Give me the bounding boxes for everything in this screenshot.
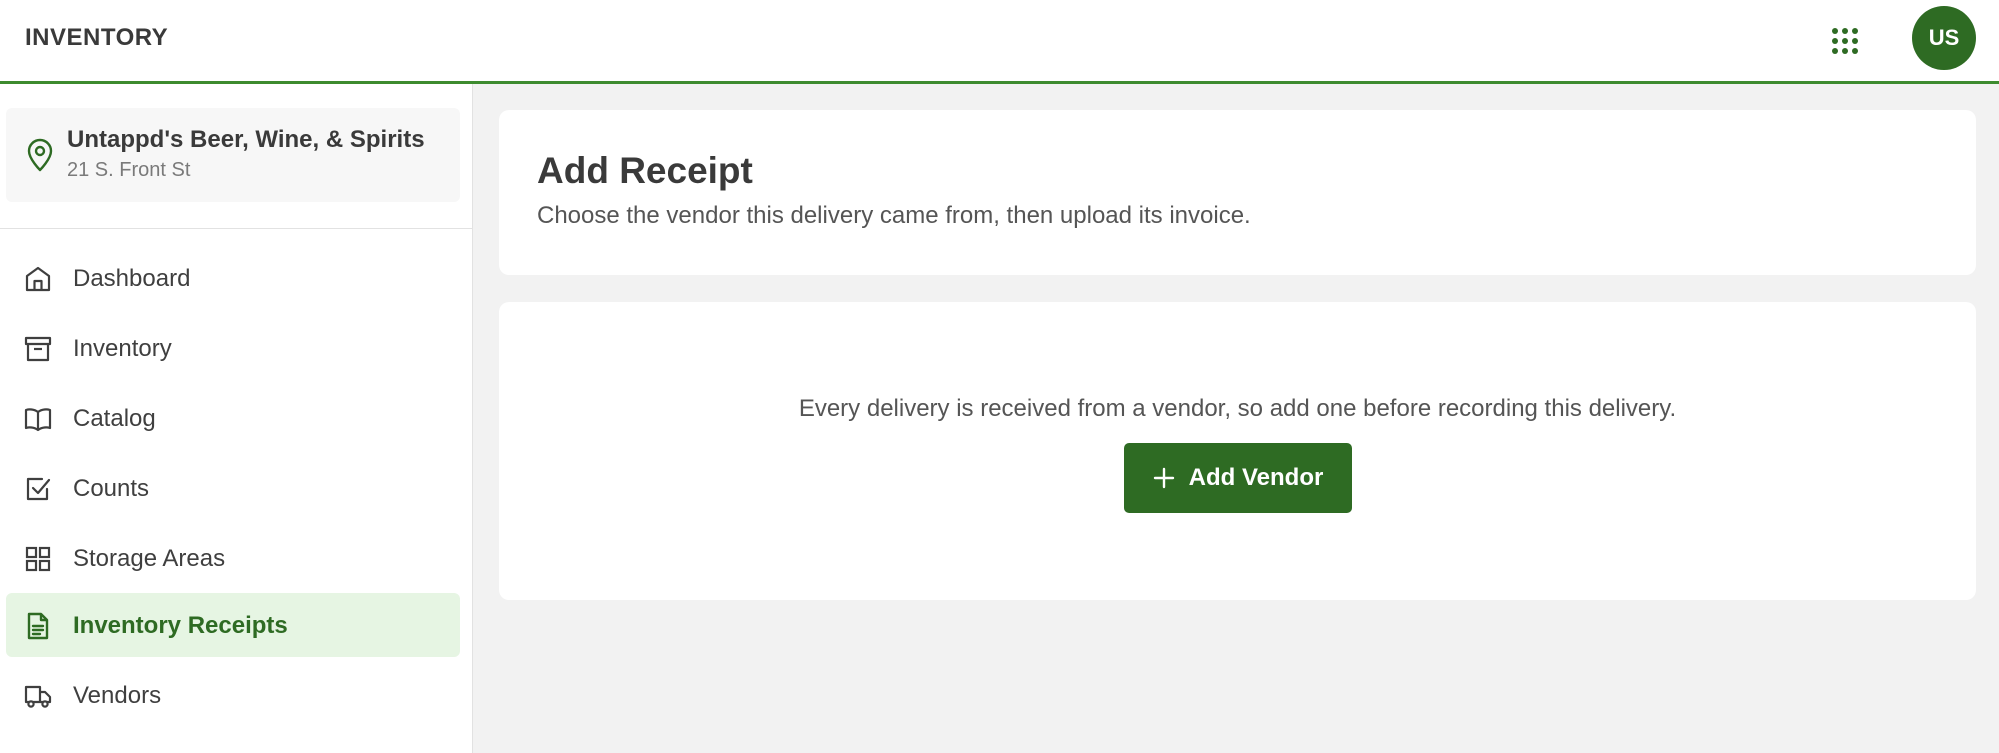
sidebar-item-inventory[interactable]: Inventory: [6, 316, 460, 380]
document-icon: [27, 612, 49, 640]
sidebar-item-vendors[interactable]: Vendors: [6, 663, 460, 727]
location-address: 21 S. Front St: [67, 159, 191, 181]
grid-icon: [25, 546, 51, 572]
page-title: Add Receipt: [537, 150, 753, 191]
sidebar-item-label: Inventory Receipts: [73, 612, 288, 639]
sidebar-item-counts[interactable]: Counts: [6, 456, 460, 520]
sidebar-item-label: Storage Areas: [73, 545, 226, 572]
home-icon: [25, 266, 51, 292]
sidebar-item-label: Counts: [73, 475, 150, 502]
checkbox-icon: [26, 477, 51, 501]
top-bar: INVENTORY US: [0, 0, 1999, 84]
location-name: Untappd's Beer, Wine, & Spirits: [67, 126, 425, 153]
plus-icon: [1153, 467, 1174, 489]
archive-box-icon: [24, 336, 52, 362]
sidebar-item-storage-areas[interactable]: Storage Areas: [6, 526, 460, 590]
sidebar-item-label: Inventory: [73, 335, 172, 362]
sidebar-item-inventory-receipts[interactable]: Inventory Receipts: [6, 593, 460, 657]
app-title: INVENTORY: [25, 24, 169, 51]
map-pin-icon: [27, 138, 53, 172]
sidebar-item-label: Dashboard: [73, 265, 191, 292]
sidebar: Untappd's Beer, Wine, & Spirits 21 S. Fr…: [0, 84, 473, 753]
sidebar-item-label: Vendors: [73, 682, 162, 709]
page-header-card: Add Receipt Choose the vendor this deliv…: [499, 110, 1976, 275]
truck-icon: [24, 685, 52, 708]
page-subtitle: Choose the vendor this delivery came fro…: [537, 202, 1251, 229]
sidebar-item-dashboard[interactable]: Dashboard: [6, 246, 460, 310]
empty-state-message: Every delivery is received from a vendor…: [798, 395, 1677, 422]
avatar[interactable]: US: [1912, 6, 1976, 70]
sidebar-divider: [0, 228, 472, 229]
sidebar-item-label: Catalog: [73, 405, 156, 432]
empty-state-card: Every delivery is received from a vendor…: [499, 302, 1976, 600]
add-vendor-label: Add Vendor: [1188, 464, 1324, 491]
open-book-icon: [24, 408, 52, 432]
location-selector[interactable]: Untappd's Beer, Wine, & Spirits 21 S. Fr…: [6, 108, 460, 202]
add-vendor-button[interactable]: Add Vendor: [1124, 443, 1352, 513]
grid-dots-icon[interactable]: [1828, 24, 1862, 58]
sidebar-item-catalog[interactable]: Catalog: [6, 386, 460, 450]
